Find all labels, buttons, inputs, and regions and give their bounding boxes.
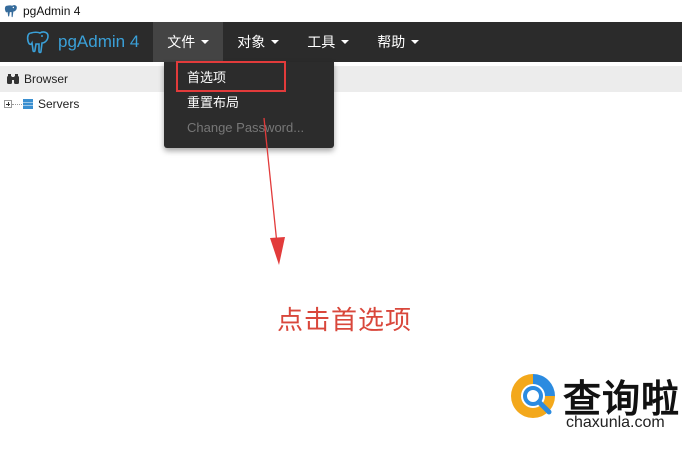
watermark-domain: chaxunla.com	[566, 414, 665, 431]
browser-panel-label: Browser	[24, 72, 69, 86]
menu-help[interactable]: 帮助	[363, 22, 433, 62]
menu-object-label: 对象	[237, 34, 266, 50]
highlight-box	[176, 61, 286, 92]
menu-file-label: 文件	[167, 34, 196, 50]
annotation-text: 点击首选项	[277, 306, 413, 336]
menu-tools[interactable]: 工具	[293, 22, 363, 62]
watermark-logo-icon	[511, 374, 555, 418]
browser-panel-tab[interactable]: Browser	[0, 66, 682, 92]
menu-object[interactable]: 对象	[223, 22, 293, 62]
caret-down-icon	[271, 40, 280, 44]
tree-node-servers-label: Servers	[38, 97, 80, 111]
window-title-bar: pgAdmin 4	[0, 0, 682, 22]
binoculars-icon	[7, 74, 19, 84]
tree-node-servers[interactable]: Servers	[0, 96, 79, 112]
caret-down-icon	[341, 40, 350, 44]
menu-file[interactable]: 文件	[153, 22, 224, 62]
top-navbar: pgAdmin 4 文件 对象 工具 帮助	[0, 22, 682, 62]
brand-name: pgAdmin 4	[58, 32, 140, 51]
menu-item-change-password: Change Password...	[164, 117, 334, 139]
menu-help-label: 帮助	[377, 34, 406, 50]
expand-plus-icon[interactable]	[4, 100, 12, 108]
elephant-app-icon	[4, 5, 17, 18]
caret-down-icon	[201, 40, 210, 44]
tree-connector	[12, 104, 22, 105]
brand-link[interactable]: pgAdmin 4	[26, 30, 139, 54]
window-title: pgAdmin 4	[23, 4, 81, 18]
menu-item-change-password-label: Change Password...	[187, 120, 305, 135]
elephant-logo-icon	[26, 31, 49, 54]
caret-down-icon	[411, 40, 420, 44]
menu-tools-label: 工具	[307, 34, 336, 50]
server-group-icon	[23, 99, 33, 109]
menu-item-reset-layout[interactable]: 重置布局	[164, 92, 334, 114]
menu-item-reset-layout-label: 重置布局	[187, 95, 240, 110]
